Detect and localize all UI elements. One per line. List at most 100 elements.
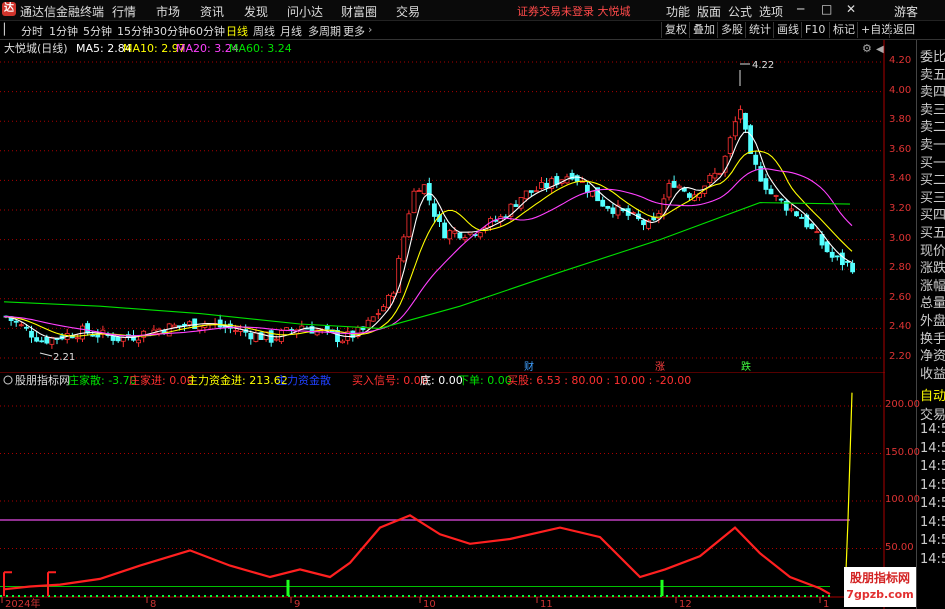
quote-field: 14:56 (920, 551, 945, 567)
high-price-label: 4.22 (752, 60, 774, 71)
quote-field: 收益 (920, 366, 945, 382)
menu-wenxiaoda[interactable]: 问小达 (287, 3, 323, 20)
menu-hangqing[interactable]: 行情 (112, 3, 136, 20)
period-daily[interactable]: 日线 (226, 23, 248, 39)
indicator-name: 股朋指标网 (15, 373, 70, 387)
candle-body (600, 199, 606, 207)
val-di: 底: 0.00 (420, 373, 463, 387)
period-toolbar: ▏ 分时 1分钟 5分钟 15分钟 30分钟 60分钟 日线 周线 月线 多周期… (0, 21, 945, 40)
candle-body (284, 327, 289, 331)
period-fenshi[interactable]: 分时 (21, 23, 43, 39)
maximize-icon[interactable]: □ (821, 2, 832, 16)
candle-body (75, 337, 80, 340)
btn-fuquan[interactable]: 复权 (661, 22, 690, 38)
menu-zixun[interactable]: 资讯 (200, 3, 224, 20)
stock-label: 大悦城(日线) (4, 41, 68, 55)
quote-field: 买二 (920, 173, 945, 189)
candle-body (799, 217, 804, 219)
candle-body (375, 313, 381, 315)
close-icon[interactable]: ✕ (846, 2, 856, 16)
btn-fanhui[interactable]: 返回 (889, 22, 918, 38)
period-monthly[interactable]: 月线 (280, 23, 302, 39)
candle-body (85, 323, 90, 334)
btn-tongji[interactable]: 统计 (745, 22, 774, 38)
quote-field: 外盘 (920, 314, 945, 329)
candle-body (39, 340, 45, 343)
btn-duogu[interactable]: 多股 (717, 22, 746, 38)
ma60-label: MA60: 3.24 (229, 42, 292, 55)
candle-body (641, 220, 646, 226)
period-30min[interactable]: 30分钟 (153, 23, 189, 39)
candle-body (727, 137, 733, 154)
period-15min[interactable]: 15分钟 (117, 23, 153, 39)
btn-biaoji[interactable]: 标记 (829, 22, 858, 38)
menu-caifuquan[interactable]: 财富圈 (341, 3, 377, 20)
candle-body (120, 337, 126, 342)
quote-field: 净资 (920, 349, 945, 365)
menu-gongshi[interactable]: 公式 (728, 3, 752, 20)
marker-zhang[interactable]: 涨 (655, 361, 665, 372)
candle-body (248, 332, 254, 340)
candle-body (794, 211, 799, 217)
btn-f10[interactable]: F10 (801, 22, 828, 38)
quote-field: 14:56 (920, 440, 945, 456)
candle-body (166, 323, 172, 337)
period-1min[interactable]: 1分钟 (49, 23, 78, 39)
menu-xuanxiang[interactable]: 选项 (759, 3, 783, 20)
candle-body (340, 340, 346, 344)
marker-cai[interactable]: 财 (524, 360, 534, 372)
btn-huaxian[interactable]: 画线 (773, 22, 802, 38)
x-tick: 9 (294, 599, 300, 609)
indicator-axis-label: 100.00 (885, 494, 920, 505)
candle-body (44, 337, 50, 344)
val-maigu: 买股: 6.53 : 80.00 : 10.00 : -20.00 (507, 374, 691, 387)
kline-chart[interactable]: 大悦城(日线) MA5: 2.84 MA10: 2.97 MA20: 3.24 … (0, 40, 885, 372)
candle-body (273, 338, 279, 341)
candle-body (386, 294, 391, 309)
candle-body (110, 335, 116, 341)
quote-field: 14:56 (920, 514, 945, 530)
candle-body (687, 193, 692, 198)
quote-field: 14:56 (920, 496, 945, 511)
quote-field: 卖二 (920, 120, 945, 136)
period-more[interactable]: 更多 (343, 23, 365, 39)
app-title: 通达信金融终端 (20, 5, 105, 19)
settings-gear-icon[interactable]: ⚙ (862, 42, 872, 55)
val-zhulijin: 主力资金进: 213.62 (187, 373, 288, 387)
candle-body (605, 205, 611, 209)
candle-body (513, 204, 519, 207)
val-zhuangjiajin: 庄家进: 0.00 (129, 373, 194, 387)
val-mairuxinhao: 买入信号: 0.00 (352, 374, 428, 387)
period-weekly[interactable]: 周线 (253, 23, 275, 39)
period-multi[interactable]: 多周期 (308, 23, 341, 39)
indicator-axis-label: 50.00 (885, 541, 914, 553)
more-chevron-icon[interactable]: › (368, 23, 372, 36)
menu-gongneng[interactable]: 功能 (666, 3, 690, 20)
price-axis-label: 3.60 (889, 143, 912, 155)
quote-field: 卖三 (920, 102, 945, 118)
period-5min[interactable]: 5分钟 (83, 23, 112, 39)
minimize-icon[interactable]: ─ (797, 2, 804, 16)
candle-body (590, 190, 595, 197)
collapse-icon[interactable]: ◀ (876, 44, 884, 55)
marker-die[interactable]: 跌 (741, 360, 751, 372)
login-warning[interactable]: 证券交易未登录 大悦城 (517, 3, 631, 19)
guest-label[interactable]: 游客 (894, 3, 918, 20)
quote-field: 14:56 (920, 533, 945, 548)
x-tick: 11 (540, 599, 553, 609)
quote-field: 现价 (920, 243, 945, 259)
candle-body (23, 326, 29, 329)
quote-field: 买四 (920, 208, 945, 224)
menu-shichang[interactable]: 市场 (156, 3, 180, 20)
menu-banmian[interactable]: 版面 (697, 3, 721, 20)
candle-body (707, 174, 713, 184)
indicator-chart[interactable]: 2024年 8 9 10 11 12 1 股朋指标网 庄家散: -3.70 庄家进: 0.0… (0, 372, 885, 609)
menu-faxian[interactable]: 发现 (244, 3, 268, 20)
quote-field: 14:56 (920, 477, 945, 493)
btn-diejia[interactable]: 叠加 (689, 22, 718, 38)
x-tick: 1 (823, 599, 829, 609)
menu-jiaoyi[interactable]: 交易 (396, 3, 420, 20)
val-zhulisan: 主力资金散 (276, 373, 331, 387)
period-60min[interactable]: 60分钟 (189, 23, 225, 39)
candle-body (411, 190, 417, 214)
